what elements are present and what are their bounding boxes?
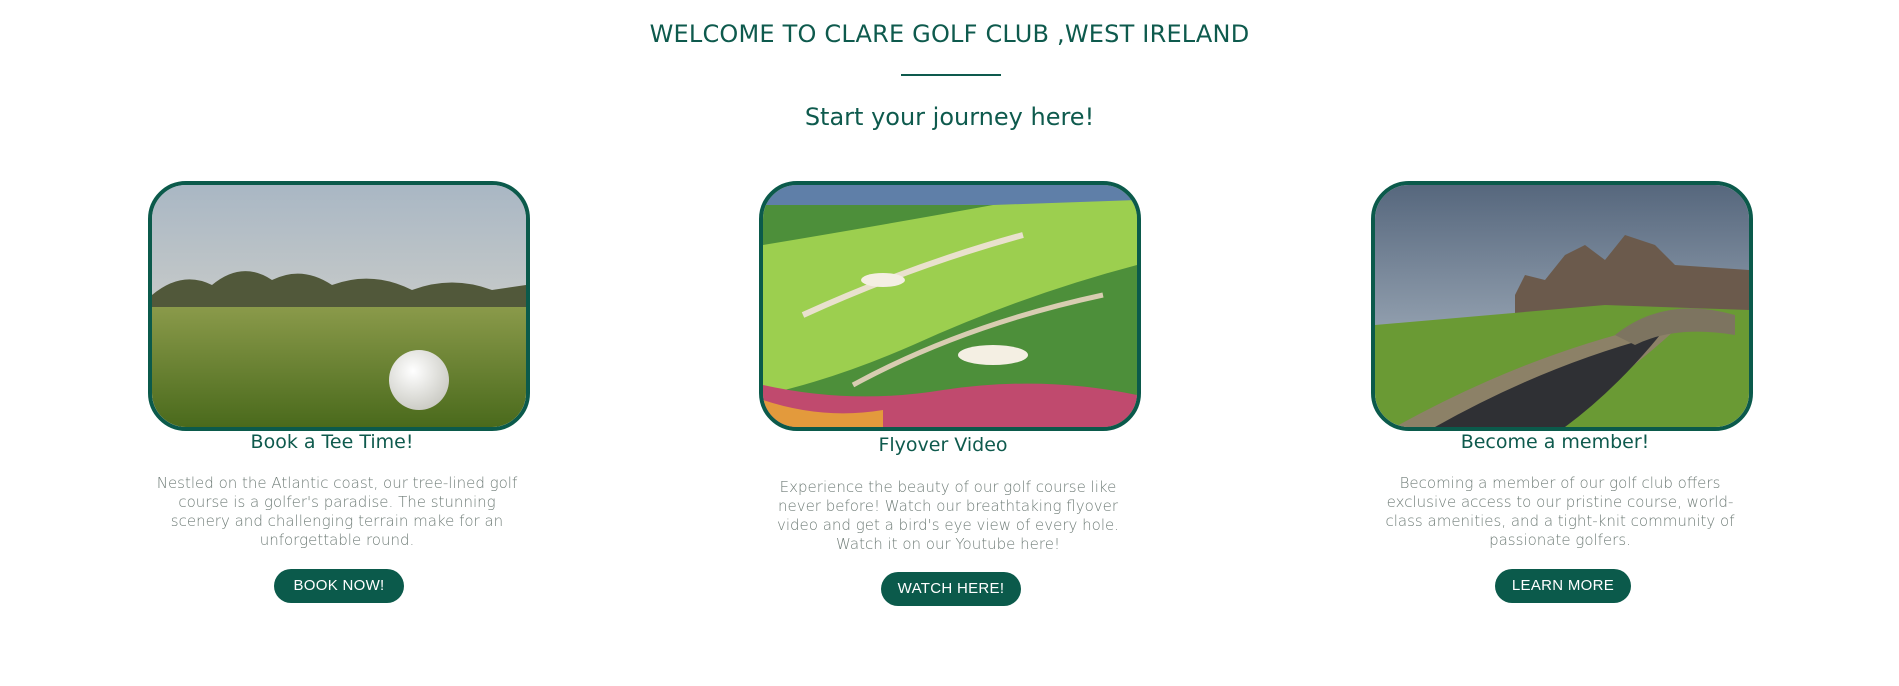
learn-more-button[interactable]: LEARN MORE — [1495, 569, 1631, 603]
card-title: Become a member! — [1460, 431, 1650, 453]
watch-here-button[interactable]: WATCH HERE! — [881, 572, 1021, 606]
card-description: Becoming a member of our golf club offer… — [1385, 474, 1735, 549]
golf-ball-image — [148, 181, 530, 431]
aerial-course-image — [759, 181, 1141, 431]
card-tee-time: Book a Tee Time! Nestled on the Atlantic… — [97, 0, 530, 686]
card-description: Experience the beauty of our golf course… — [776, 478, 1120, 553]
card-title: Book a Tee Time! — [250, 431, 414, 453]
book-now-button[interactable]: BOOK NOW! — [274, 569, 404, 603]
card-flyover: Flyover Video Experience the beauty of o… — [708, 0, 1141, 686]
card-membership: Become a member! Becoming a member of ou… — [1320, 0, 1753, 686]
card-title: Flyover Video — [878, 434, 1008, 456]
card-description: Nestled on the Atlantic coast, our tree-… — [156, 474, 518, 549]
clubhouse-image — [1371, 181, 1753, 431]
